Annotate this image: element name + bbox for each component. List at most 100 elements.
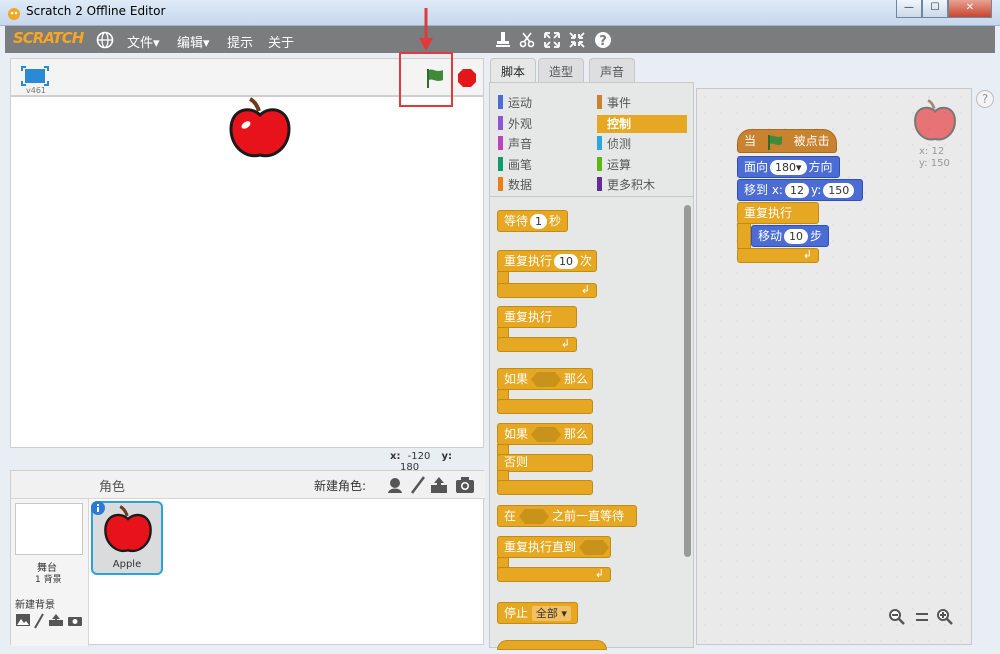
paint-sprite-icon[interactable] (409, 475, 427, 495)
tab-scripts[interactable]: 脚本 (490, 58, 537, 85)
category-2[interactable]: 外观 (498, 115, 588, 133)
close-button[interactable]: ✕ (948, 0, 992, 18)
goto-x-input[interactable]: 12 (784, 183, 809, 198)
maximize-button[interactable]: ☐ (922, 0, 948, 18)
script-forever-block[interactable]: 重复执行 (737, 202, 819, 224)
sprite-x: x: 12 (919, 146, 945, 157)
category-color-swatch (597, 136, 602, 150)
if-else-block[interactable]: 如果 那么 (497, 423, 593, 445)
camera-backdrop-icon[interactable] (67, 614, 83, 627)
forever-block[interactable]: 重复执行 (497, 306, 577, 328)
stop-dropdown[interactable]: 全部 ▾ (531, 606, 571, 621)
delete-scissors-icon[interactable] (517, 30, 537, 50)
category-label: 更多积木 (607, 178, 656, 192)
tab-sounds[interactable]: 声音 (589, 58, 636, 84)
sprites-header: 角色 (99, 480, 126, 495)
palette-divider (490, 196, 693, 197)
category-8[interactable]: 数据 (498, 176, 588, 194)
when-flag-clicked-block[interactable]: 当 被点击 (737, 129, 837, 153)
stage-column: 舞台 1 背景 新建背景 (11, 499, 89, 646)
if-else-then-label: 那么 (564, 427, 589, 441)
repeat-input[interactable]: 10 (554, 254, 579, 269)
move-input[interactable]: 10 (784, 229, 809, 244)
help-icon[interactable]: ? (593, 30, 613, 50)
else-label: 否则 (504, 455, 529, 469)
upload-backdrop-icon[interactable] (48, 613, 64, 627)
sprite-tile-apple[interactable]: Apple (91, 501, 163, 575)
scratch-logo[interactable]: SCRATCH (13, 29, 84, 47)
grow-icon[interactable] (542, 30, 562, 50)
category-9[interactable]: 更多积木 (597, 176, 687, 194)
tips-menu[interactable]: 提示 (227, 32, 253, 51)
apple-thumbnail (104, 505, 152, 553)
if-else-label: 如果 (504, 427, 529, 441)
zoom-out-icon[interactable] (889, 609, 905, 625)
if-else-condition-slot[interactable] (531, 427, 562, 442)
about-menu[interactable]: 关于 (268, 32, 294, 51)
goto-y-input[interactable]: 150 (823, 183, 855, 198)
highlight-box (399, 52, 453, 107)
if-condition-slot[interactable] (531, 372, 562, 387)
zoom-reset-icon[interactable] (915, 611, 929, 623)
direction-input[interactable]: 180▾ (770, 160, 807, 175)
upload-sprite-icon[interactable] (429, 475, 449, 495)
file-menu[interactable]: 文件▾ (127, 32, 160, 51)
zoom-in-icon[interactable] (937, 609, 953, 625)
block-palette: 运动 事件 外观 控制 声音 侦测画笔 运算 数据 更多积木 (489, 82, 694, 648)
goto-y-label: y: (810, 183, 822, 197)
svg-text:?: ? (599, 34, 607, 49)
wait-input[interactable]: 1 (530, 214, 548, 229)
stage-thumbnail[interactable] (15, 503, 83, 555)
globe-icon[interactable] (95, 30, 115, 50)
sprite-watermark-apple (914, 99, 956, 141)
stop-option: 全部 (535, 607, 558, 620)
point-direction-block[interactable]: 面向 180▾ 方向 (737, 156, 840, 178)
category-4[interactable]: 声音 (498, 135, 588, 153)
choose-sprite-library-icon[interactable] (385, 475, 405, 495)
repeat-block[interactable]: 重复执行 10 次 (497, 250, 597, 272)
shrink-icon[interactable] (567, 30, 587, 50)
category-label: 画笔 (508, 157, 533, 172)
sprite-name: Apple (112, 559, 142, 570)
stop-sign-icon[interactable] (457, 68, 477, 88)
script-area[interactable]: 当 被点击 面向 180▾ 方向 移到 x: 12 y: 150 重复执行 移动 10 步 ↲… (696, 88, 972, 645)
repeat-unit: 次 (580, 254, 593, 268)
repeat-until-foot: ↲ (497, 567, 611, 582)
repeat-until-block[interactable]: 重复执行直到 (497, 536, 611, 558)
move-steps-block[interactable]: 移动 10 步 (751, 225, 830, 247)
tab-costumes[interactable]: 造型 (538, 58, 585, 84)
category-5[interactable]: 侦测 (597, 135, 687, 153)
edit-menu[interactable]: 编辑▾ (177, 32, 210, 51)
sprite-pane-header: 角色 新建角色: (11, 471, 485, 499)
duplicate-stamp-icon[interactable] (493, 30, 513, 50)
clicked-label: 被点击 (793, 134, 830, 148)
wait-until-block[interactable]: 在 之前一直等待 (497, 505, 637, 527)
script-help-button[interactable]: ? (976, 90, 994, 108)
move-unit: 步 (810, 229, 823, 243)
wait-label: 等待 (504, 214, 529, 228)
stop-block[interactable]: 停止 全部 ▾ (497, 602, 578, 624)
camera-sprite-icon[interactable] (455, 476, 475, 494)
category-1[interactable]: 事件 (597, 94, 687, 112)
apple-sprite[interactable] (228, 97, 292, 161)
wait-until-slot[interactable] (519, 509, 550, 524)
paint-backdrop-icon[interactable] (33, 613, 45, 629)
if-block[interactable]: 如果 那么 (497, 368, 593, 390)
coords-y-label: y: (441, 451, 453, 462)
palette-scrollbar[interactable] (684, 205, 691, 557)
category-6[interactable]: 画笔 (498, 156, 588, 174)
presentation-mode-icon[interactable] (21, 66, 49, 86)
stage-canvas[interactable] (10, 96, 484, 448)
forever-label: 重复执行 (504, 310, 553, 324)
minimize-button[interactable]: — (896, 0, 922, 18)
category-7[interactable]: 运算 (597, 156, 687, 174)
backdrop-library-icon[interactable] (15, 613, 31, 627)
category-3[interactable]: 控制 (597, 114, 687, 133)
repeat-until-slot[interactable] (579, 540, 610, 555)
wait-until-pre: 在 (504, 509, 517, 523)
window-title: Scratch 2 Offline Editor (26, 4, 166, 18)
category-0[interactable]: 运动 (498, 94, 588, 112)
wait-block[interactable]: 等待 1 秒 (497, 210, 569, 232)
wait-unit: 秒 (549, 214, 562, 228)
go-to-xy-block[interactable]: 移到 x: 12 y: 150 (737, 179, 864, 201)
